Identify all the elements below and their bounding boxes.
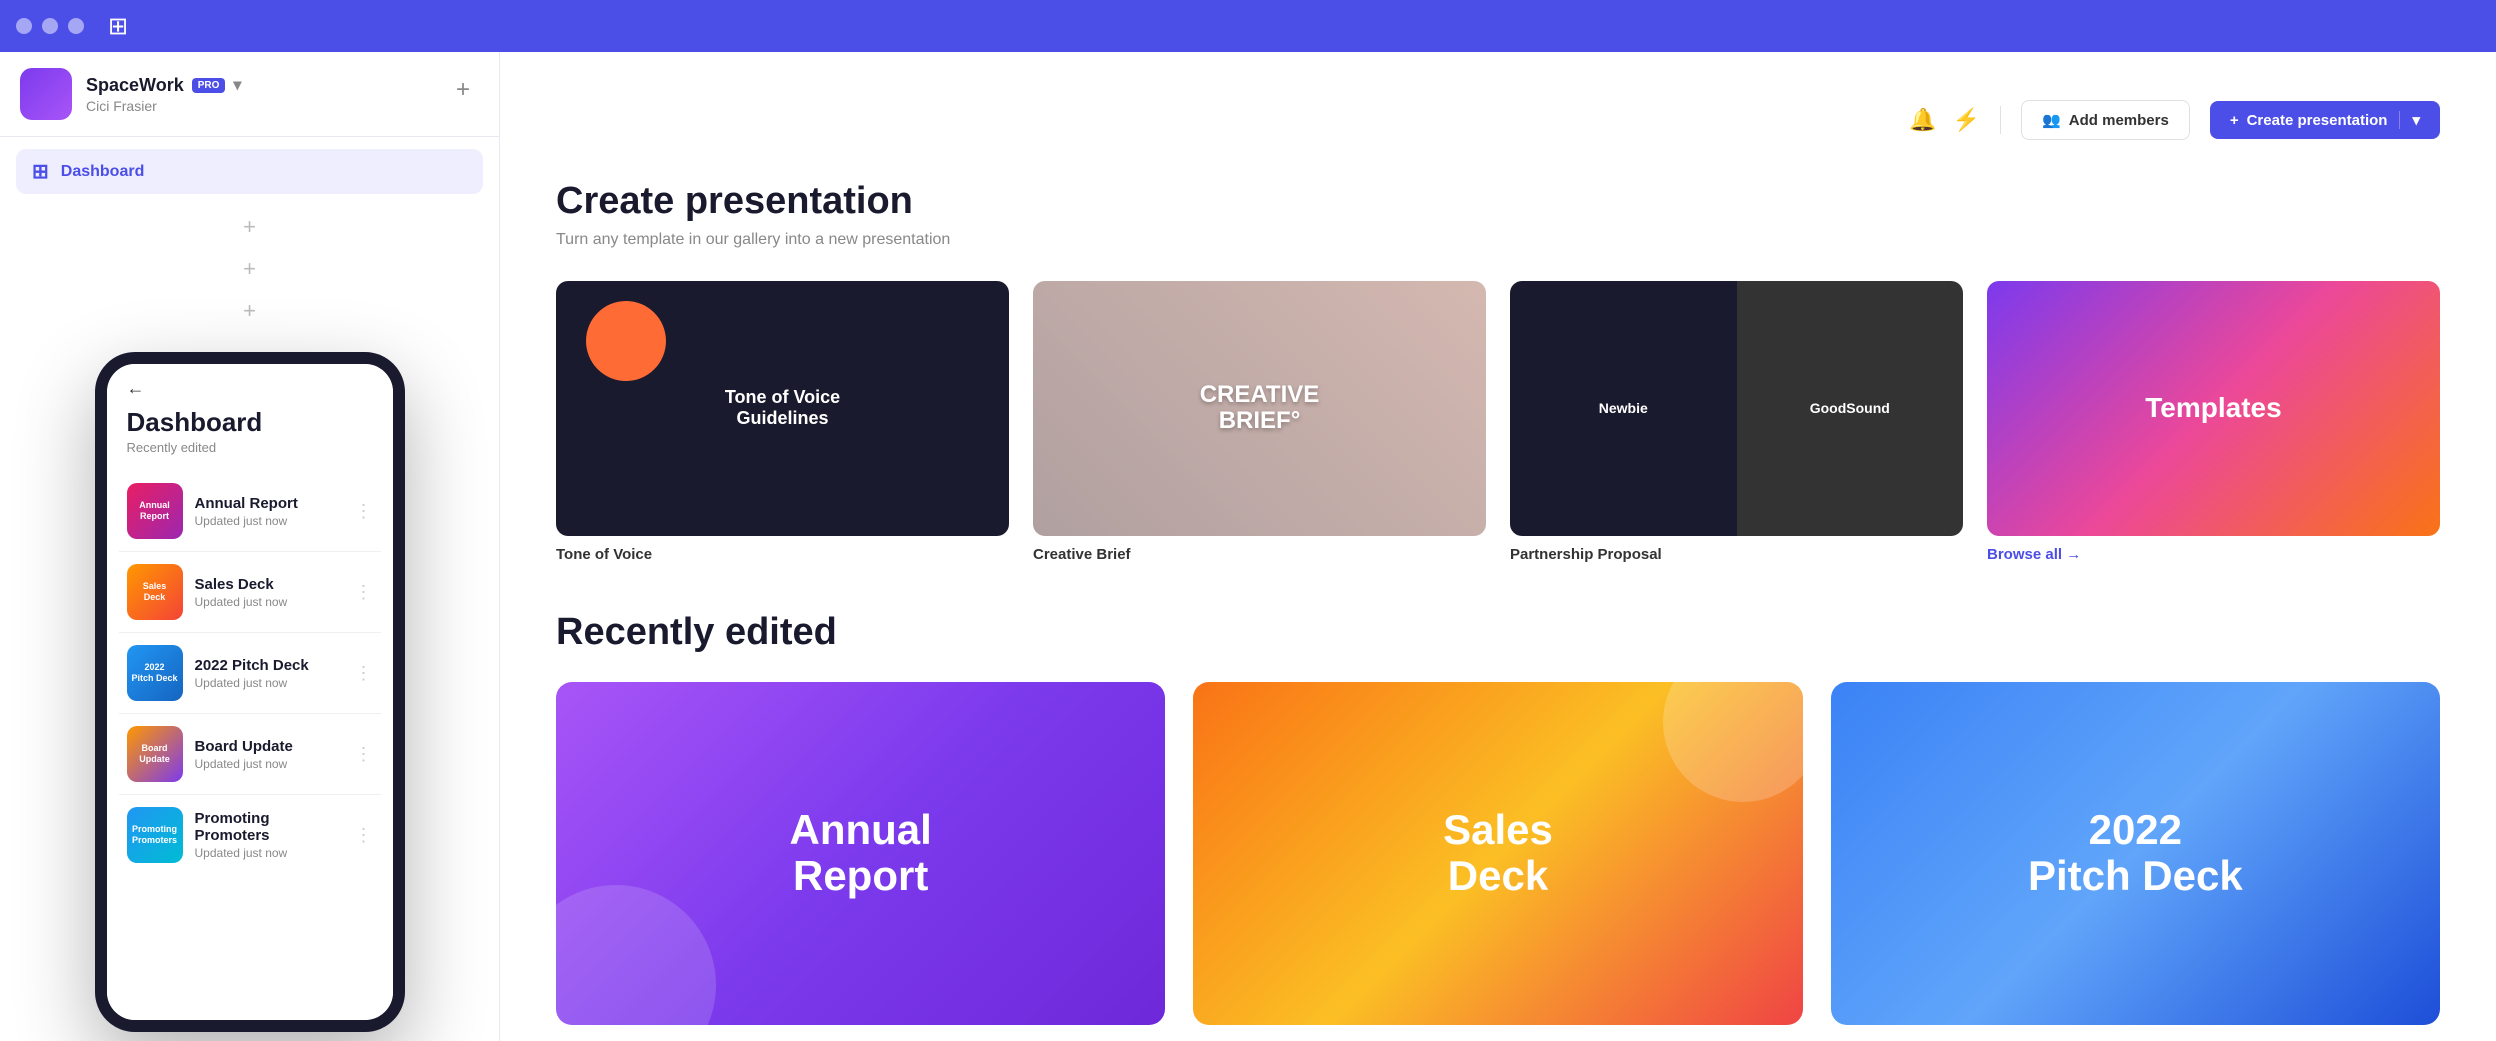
sidebar: SpaceWork PRO ▾ Cici Frasier + ⊞ Dashboa…	[0, 52, 500, 1041]
plus-icon: +	[2230, 112, 2239, 129]
board-thumb: BoardUpdate	[127, 726, 183, 782]
sidebar-header: SpaceWork PRO ▾ Cici Frasier +	[0, 52, 499, 137]
template-card-browse[interactable]: Templates Browse all →	[1987, 281, 2440, 563]
window-controls	[16, 18, 84, 34]
recently-edited-title: Recently edited	[556, 611, 2440, 654]
sales-thumb: SalesDeck	[127, 564, 183, 620]
pitch-thumb: 2022Pitch Deck	[127, 645, 183, 701]
template-card-tone[interactable]: Tone of VoiceGuidelines Tone of Voice	[556, 281, 1009, 563]
creative-text: CREATIVEBRIEF°	[1200, 382, 1320, 435]
user-name: Cici Frasier	[86, 98, 479, 114]
brand-chevron[interactable]: ▾	[233, 75, 241, 95]
header-icons: 🔔 ⚡	[1909, 107, 1980, 133]
tone-thumb: Tone of VoiceGuidelines	[556, 281, 1009, 536]
phone-area: ← Dashboard Recently edited AnnualReport…	[0, 332, 499, 1041]
partner-right: GoodSound	[1737, 281, 1964, 536]
list-item[interactable]: PromotingPromoters Promoting Promoters U…	[119, 795, 381, 875]
tone-circle	[586, 301, 666, 381]
partner-left: Newbie	[1510, 281, 1737, 536]
add-members-button[interactable]: 👥 Add members	[2021, 100, 2190, 140]
item-info: Promoting Promoters Updated just now	[195, 810, 343, 860]
templates-thumb: Templates	[1987, 281, 2440, 536]
template-card-partnership[interactable]: Newbie GoodSound Partnership Proposal	[1510, 281, 1963, 563]
create-presentation-button[interactable]: + Create presentation ▾	[2210, 101, 2440, 139]
templates-text: Templates	[2145, 392, 2281, 424]
sidebar-item-dashboard[interactable]: ⊞ Dashboard	[16, 149, 483, 194]
content-header: 🔔 ⚡ 👥 Add members + Create presentation …	[556, 100, 2440, 140]
more-icon[interactable]: ⋮	[355, 825, 373, 846]
add-members-icon: 👥	[2042, 111, 2061, 129]
create-section-subtitle: Turn any template in our gallery into a …	[556, 231, 2440, 249]
create-btn-chevron[interactable]: ▾	[2399, 111, 2420, 129]
template-label-tone: Tone of Voice	[556, 546, 1009, 563]
more-icon[interactable]: ⋮	[355, 501, 373, 522]
phone-mockup: ← Dashboard Recently edited AnnualReport…	[95, 352, 405, 1032]
dot-red	[16, 18, 32, 34]
add-section-2[interactable]: +	[0, 248, 499, 290]
annual-shape	[556, 885, 716, 1025]
tone-text: Tone of VoiceGuidelines	[725, 387, 840, 430]
item-info: Board Update Updated just now	[195, 738, 343, 771]
pitch-text: 2022Pitch Deck	[2028, 807, 2243, 899]
create-section-title: Create presentation	[556, 180, 2440, 223]
list-item[interactable]: SalesDeck Sales Deck Updated just now ⋮	[119, 552, 381, 633]
header-divider	[2000, 106, 2001, 134]
recent-card-annual[interactable]: AnnualReport	[556, 682, 1165, 1025]
dashboard-icon: ⊞	[32, 159, 49, 184]
template-label-creative: Creative Brief	[1033, 546, 1486, 563]
list-item[interactable]: BoardUpdate Board Update Updated just no…	[119, 714, 381, 795]
lightning-icon[interactable]: ⚡	[1953, 107, 1980, 133]
add-section-1[interactable]: +	[0, 206, 499, 248]
add-section-3[interactable]: +	[0, 290, 499, 332]
brand-name: SpaceWork PRO ▾	[86, 75, 479, 96]
sales-text: SalesDeck	[1443, 807, 1553, 899]
sidebar-add-button[interactable]: +	[447, 74, 479, 106]
item-info: Annual Report Updated just now	[195, 495, 343, 528]
sidebar-nav: ⊞ Dashboard	[0, 137, 499, 206]
creative-thumb: CREATIVEBRIEF°	[1033, 281, 1486, 536]
list-item[interactable]: AnnualReport Annual Report Updated just …	[119, 471, 381, 552]
template-grid: Tone of VoiceGuidelines Tone of Voice CR…	[556, 281, 2440, 563]
phone-title: Dashboard	[107, 407, 393, 438]
sidebar-logo	[20, 68, 72, 120]
creative-img: CREATIVEBRIEF°	[1033, 281, 1486, 536]
more-icon[interactable]: ⋮	[355, 744, 373, 765]
top-bar: ⊞	[0, 0, 2496, 52]
partnership-thumb: Newbie GoodSound	[1510, 281, 1963, 536]
more-icon[interactable]: ⋮	[355, 663, 373, 684]
phone-top-bar: ←	[107, 364, 393, 407]
sales-shape	[1663, 682, 1803, 802]
item-info: 2022 Pitch Deck Updated just now	[195, 657, 343, 690]
annual-text: AnnualReport	[790, 807, 932, 899]
phone-back-icon[interactable]: ←	[127, 378, 145, 399]
template-label-partnership: Partnership Proposal	[1510, 546, 1963, 563]
grid-icon: ⊞	[108, 12, 128, 41]
recent-grid: AnnualReport SalesDeck 2022Pitch Deck	[556, 682, 2440, 1025]
list-item[interactable]: 2022Pitch Deck 2022 Pitch Deck Updated j…	[119, 633, 381, 714]
sidebar-brand: SpaceWork PRO ▾ Cici Frasier	[86, 75, 479, 114]
phone-list: AnnualReport Annual Report Updated just …	[107, 471, 393, 875]
pro-badge: PRO	[192, 78, 226, 93]
template-card-creative[interactable]: CREATIVEBRIEF° Creative Brief	[1033, 281, 1486, 563]
phone-subtitle: Recently edited	[107, 438, 393, 471]
dot-yellow	[42, 18, 58, 34]
dot-green	[68, 18, 84, 34]
more-icon[interactable]: ⋮	[355, 582, 373, 603]
item-info: Sales Deck Updated just now	[195, 576, 343, 609]
content-area: 🔔 ⚡ 👥 Add members + Create presentation …	[500, 52, 2496, 1041]
browse-all-link[interactable]: Browse all →	[1987, 546, 2440, 563]
annual-thumb: AnnualReport	[127, 483, 183, 539]
bell-icon[interactable]: 🔔	[1909, 107, 1936, 133]
recent-card-pitch[interactable]: 2022Pitch Deck	[1831, 682, 2440, 1025]
recent-card-sales[interactable]: SalesDeck	[1193, 682, 1802, 1025]
promoting-thumb: PromotingPromoters	[127, 807, 183, 863]
